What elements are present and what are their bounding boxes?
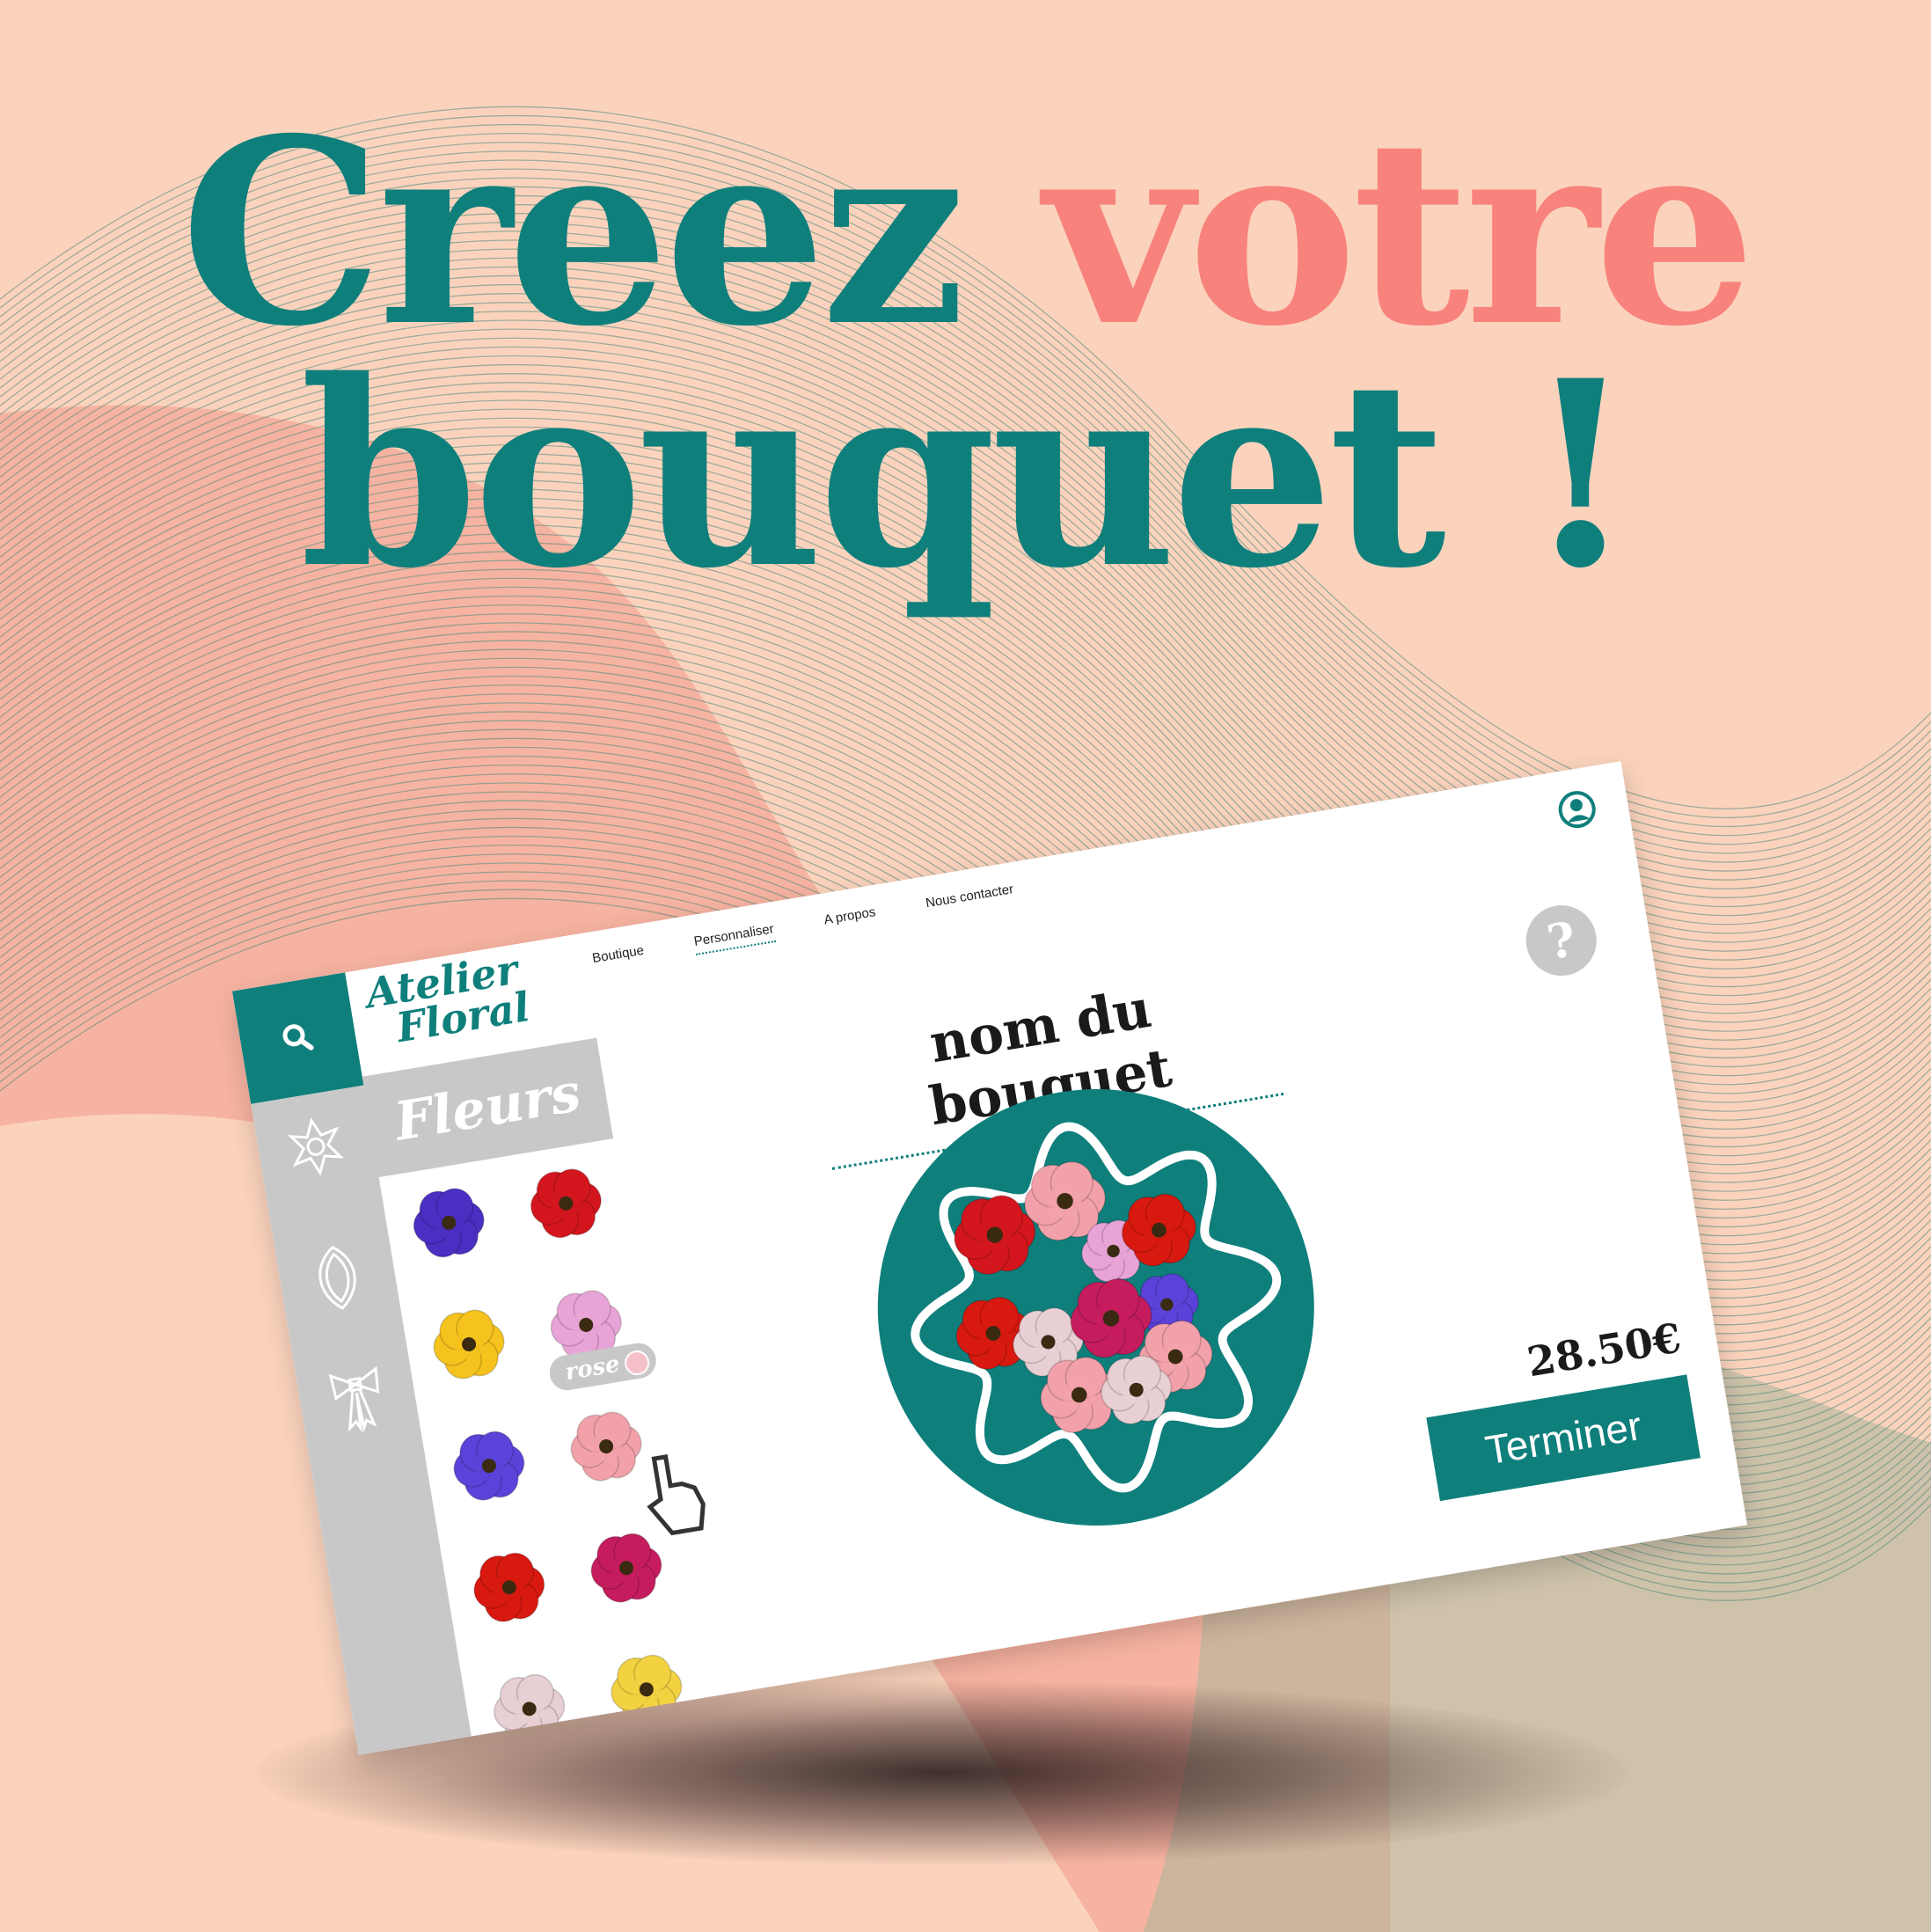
search-icon [282,1024,314,1050]
leaf-outline-icon[interactable] [304,1238,370,1316]
tooltip-label: rose [563,1350,622,1387]
flower-item-rose[interactable]: rose [546,1340,706,1536]
poppy-icon [530,1168,602,1239]
headline-line-2: bouquet ! [299,326,1636,625]
violet-icon [453,1431,525,1501]
nav-nous-contacter[interactable]: Nous contacter [925,882,1015,917]
flower-item-red-rose[interactable] [458,1537,560,1638]
nav-personnaliser[interactable]: Personnaliser [692,921,777,955]
headline-line-1: Creez votre [0,106,1931,361]
flower-item-tulip-magenta[interactable] [575,1518,677,1619]
daisy-icon [433,1309,505,1379]
tulip-magenta-icon [590,1533,662,1603]
flower-outline-icon[interactable] [282,1108,349,1186]
terminer-button[interactable]: Terminer [1426,1374,1701,1502]
search-button[interactable] [231,972,364,1104]
red-rose-icon [473,1552,545,1622]
flower-item-violet[interactable] [438,1416,539,1517]
anemone-icon [413,1188,485,1258]
ribbon-bow-icon[interactable] [324,1359,391,1438]
help-button[interactable]: ? [1520,900,1602,982]
flower-item-poppy[interactable] [516,1153,617,1254]
nav-a-propos[interactable]: A propos [823,904,877,933]
user-circle-icon[interactable] [1554,787,1599,832]
bouquet-canvas[interactable] [843,1055,1349,1561]
flower-item-daisy[interactable] [419,1294,520,1395]
nav-boutique[interactable]: Boutique [591,943,646,972]
bouquet-price: 28.50€ [1524,1314,1685,1387]
tooltip-color-dot [623,1348,652,1378]
flower-item-anemone[interactable] [399,1172,500,1273]
